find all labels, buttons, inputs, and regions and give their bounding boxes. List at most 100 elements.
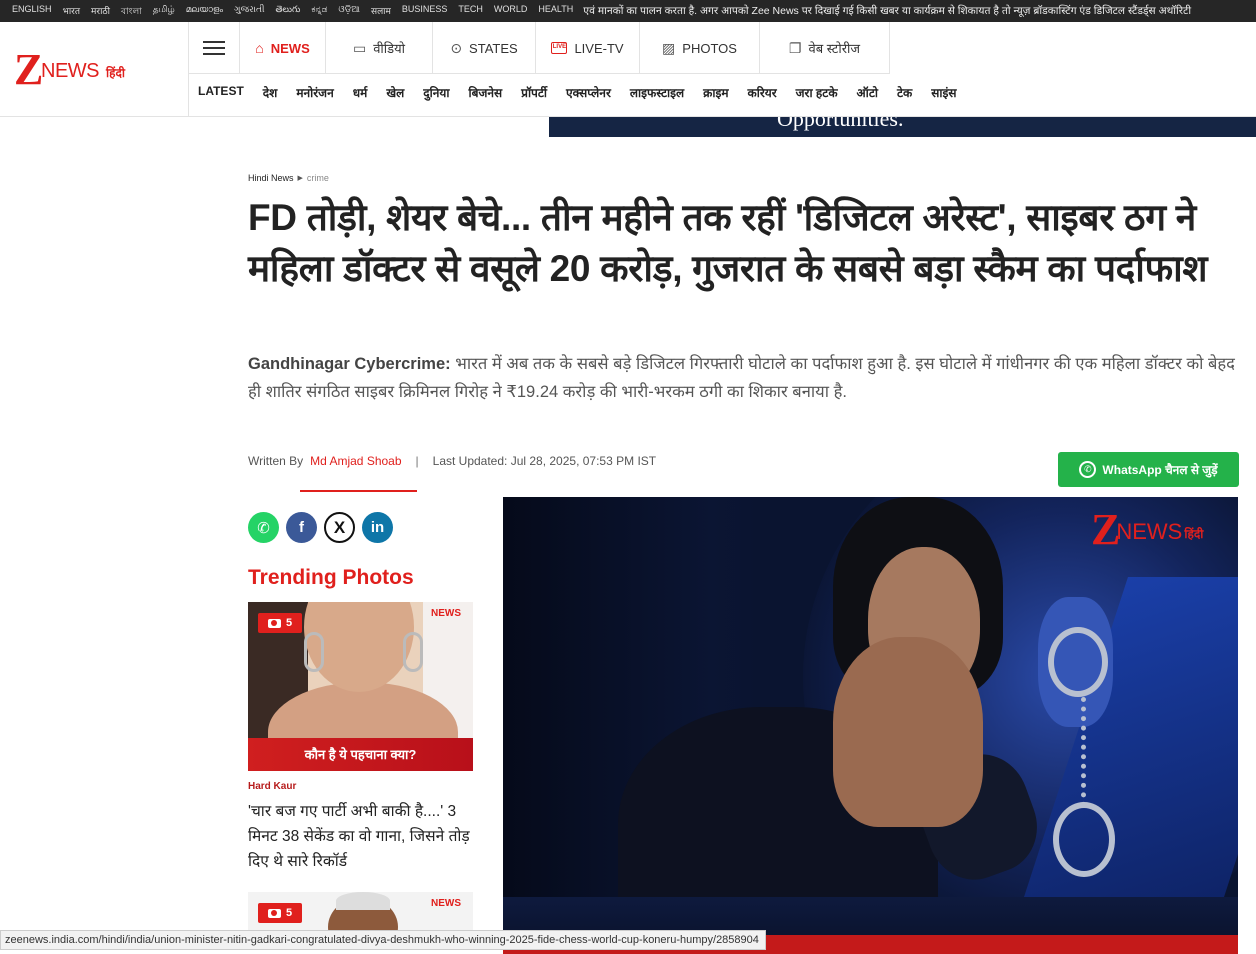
tab-states[interactable]: ⊙ STATES xyxy=(433,22,536,74)
lang-odia[interactable]: ଓଡ଼ିଆ xyxy=(338,4,360,19)
category-nav: LATEST देश मनोरंजन धर्म खेल दुनिया बिजने… xyxy=(198,84,975,101)
whatsapp-channel-button[interactable]: ✆ WhatsApp चैनल से जुड़ें xyxy=(1058,452,1239,487)
nav-desh[interactable]: देश xyxy=(263,84,278,101)
nav-career[interactable]: करियर xyxy=(748,84,777,101)
photo-hair xyxy=(336,892,390,910)
nav-crime[interactable]: क्राइम xyxy=(703,84,728,101)
camera-icon xyxy=(267,618,281,628)
card-watermark: NEWS xyxy=(431,898,461,909)
link-business[interactable]: BUSINESS xyxy=(402,4,448,19)
nav-property[interactable]: प्रॉपर्टी xyxy=(521,84,547,101)
lang-telugu[interactable]: తెలుగు xyxy=(276,4,301,19)
tab-live-tv[interactable]: LIVE LIVE-TV xyxy=(536,22,640,74)
lang-gujarati[interactable]: ગુજરાતી xyxy=(234,4,264,19)
share-x-icon[interactable]: X xyxy=(324,512,355,543)
nav-zara-hatke[interactable]: जरा हटके xyxy=(796,84,838,101)
share-facebook-icon[interactable]: f xyxy=(286,512,317,543)
top-language-bar: ENGLISH भारत मराठी বাংলা தமிழ் മലയാളം ગુ… xyxy=(0,0,1256,22)
zee-news-logo[interactable]: Z NEWS हिंदी xyxy=(14,48,144,92)
ad-text: Opportunities. xyxy=(777,117,904,131)
breadcrumb-section[interactable]: crime xyxy=(307,173,329,183)
link-health[interactable]: HEALTH xyxy=(538,4,573,19)
article-title: FD तोड़ी, शेयर बेचे... तीन महीने तक रहीं… xyxy=(248,197,1208,289)
location-pin-icon: ⊙ xyxy=(450,39,463,56)
lang-tamil[interactable]: தமிழ் xyxy=(153,4,175,19)
tab-states-label: STATES xyxy=(469,40,518,56)
tab-web-stories-label: वेब स्टोरीज xyxy=(808,41,861,56)
photo-count-badge: 5 xyxy=(258,613,302,633)
trending-photo-card-1[interactable]: NEWS 5 कौन है ये पहचाना क्या? xyxy=(248,602,473,771)
web-stories-icon: ❐ xyxy=(788,39,802,56)
tab-web-stories[interactable]: ❐ वेब स्टोरीज xyxy=(760,22,890,74)
share-whatsapp-icon[interactable]: ✆ xyxy=(248,512,279,543)
link-world[interactable]: WORLD xyxy=(494,4,528,19)
link-tech[interactable]: TECH xyxy=(458,4,483,19)
photo-count: 5 xyxy=(285,907,293,919)
earring-left xyxy=(304,632,324,672)
advertisement-banner[interactable]: Opportunities. xyxy=(549,117,1256,137)
card-category[interactable]: Hard Kaur xyxy=(248,781,296,792)
author-underline xyxy=(300,490,417,492)
byline: Written By Md Amjad Shoab | Last Updated… xyxy=(248,454,656,468)
nav-dharm[interactable]: धर्म xyxy=(353,84,368,101)
whatsapp-icon: ✆ xyxy=(1079,461,1097,478)
lang-marathi[interactable]: मराठी xyxy=(91,4,110,19)
lang-kannada[interactable]: ಕನ್ನಡ xyxy=(311,4,327,19)
tab-news-label: NEWS xyxy=(270,40,310,56)
tab-live-tv-label: LIVE-TV xyxy=(574,40,624,56)
tab-news[interactable]: ⌂ NEWS xyxy=(240,22,326,74)
camera-icon xyxy=(267,908,281,918)
lang-english[interactable]: ENGLISH xyxy=(12,4,52,19)
card-caption: कौन है ये पहचाना क्या? xyxy=(248,738,473,771)
earring-right xyxy=(403,632,423,672)
photo-count: 5 xyxy=(285,617,293,629)
logo-z: Z xyxy=(14,45,44,94)
disclaimer-ticker: एवं मानकों का पालन करता है. अगर आपको Zee… xyxy=(583,5,1192,17)
lang-malayalam[interactable]: മലയാളം xyxy=(186,4,223,19)
byline-separator: | xyxy=(415,454,419,468)
tab-photos[interactable]: ▨ PHOTOS xyxy=(640,22,760,74)
breadcrumb-home[interactable]: Hindi News xyxy=(248,173,294,183)
woman-hands xyxy=(833,637,983,827)
live-tv-icon: LIVE xyxy=(551,42,568,54)
card-headline[interactable]: 'चार बज गए पार्टी अभी बाकी है....' 3 मिन… xyxy=(248,799,476,874)
whatsapp-channel-label: WhatsApp चैनल से जुड़ें xyxy=(1102,463,1218,477)
last-updated: Last Updated: Jul 28, 2025, 07:53 PM IST xyxy=(432,454,657,468)
browser-status-url: zeenews.india.com/hindi/india/union-mini… xyxy=(0,930,766,950)
main-menu: ⌂ NEWS ▭ वीडियो ⊙ STATES LIVE LIVE-TV ▨ … xyxy=(189,22,890,74)
lang-hindi[interactable]: भारत xyxy=(63,4,80,19)
handcuff-chain xyxy=(1081,697,1089,807)
author-link[interactable]: Md Amjad Shoab xyxy=(310,454,401,468)
photo-count-badge: 5 xyxy=(258,903,302,923)
nav-khel[interactable]: खेल xyxy=(386,84,404,101)
lang-salaam[interactable]: सलाम xyxy=(371,4,391,19)
logo-news: NEWS xyxy=(41,60,100,82)
chevron-right-icon: ▶ xyxy=(297,175,303,182)
tab-video-label: वीडियो xyxy=(373,41,406,56)
share-linkedin-icon[interactable]: in xyxy=(362,512,393,543)
nav-manoranjan[interactable]: मनोरंजन xyxy=(296,84,333,101)
summary-lead: Gandhinagar Cybercrime: xyxy=(248,355,451,373)
nav-science[interactable]: साइंस xyxy=(931,84,956,101)
nav-explainer[interactable]: एक्सप्लेनर xyxy=(566,84,611,101)
monitor-icon: ▭ xyxy=(352,39,367,56)
lang-bangla[interactable]: বাংলা xyxy=(121,4,142,19)
article-hero-image: Z NEWS हिंदी xyxy=(503,497,1238,954)
nav-duniya[interactable]: दुनिया xyxy=(423,84,449,101)
tab-video[interactable]: ▭ वीडियो xyxy=(326,22,433,74)
hero-watermark: Z NEWS हिंदी xyxy=(1091,505,1204,554)
nav-business[interactable]: बिजनेस xyxy=(468,84,502,101)
written-by-label: Written By xyxy=(248,454,304,468)
trending-photos-heading: Trending Photos xyxy=(248,566,414,589)
nav-lifestyle[interactable]: लाइफस्टाइल xyxy=(630,84,684,101)
nav-tech[interactable]: टेक xyxy=(897,84,912,101)
nav-latest[interactable]: LATEST xyxy=(198,84,244,101)
hamburger-menu-button[interactable] xyxy=(189,22,240,74)
tab-photos-label: PHOTOS xyxy=(682,40,737,56)
home-icon: ⌂ xyxy=(255,40,264,56)
site-header: Z NEWS हिंदी ⌂ NEWS ▭ वीडियो ⊙ STATES LI… xyxy=(0,22,1256,117)
breadcrumb: Hindi News ▶ crime xyxy=(248,173,329,183)
logo-hindi: हिंदी xyxy=(106,66,125,80)
trending-photo-card-2[interactable]: NEWS 5 xyxy=(248,892,473,932)
nav-auto[interactable]: ऑटो xyxy=(857,84,878,101)
